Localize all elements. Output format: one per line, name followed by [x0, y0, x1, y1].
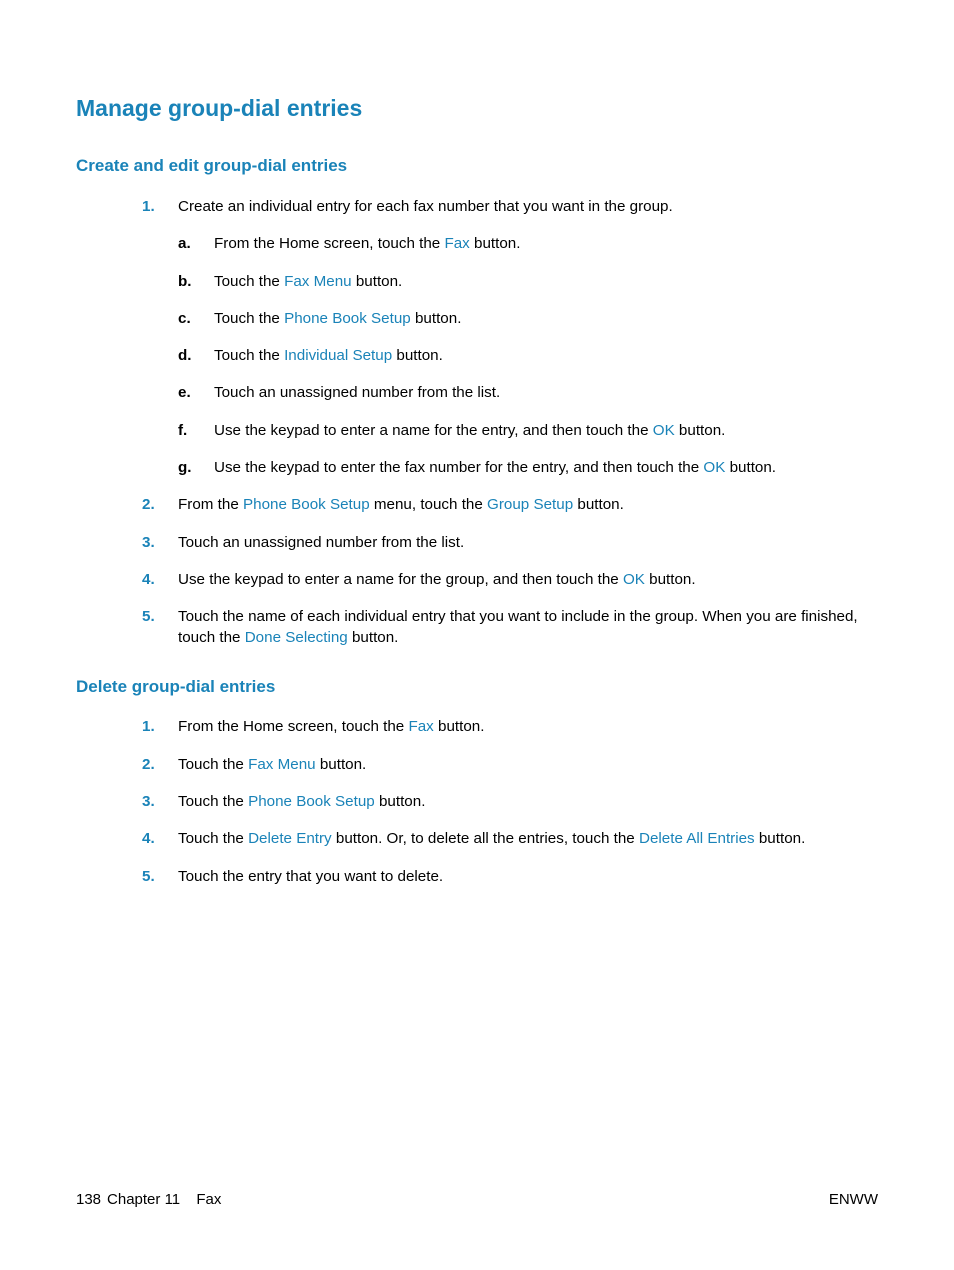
list-text: From the Home screen, touch the Fax butt…	[178, 718, 484, 735]
list-text: Use the keypad to enter a name for the e…	[214, 422, 725, 439]
list-item: 3. Touch the Phone Book Setup button.	[142, 791, 878, 812]
ui-reference: Individual Setup	[284, 347, 392, 364]
list-text: Use the keypad to enter a name for the g…	[178, 571, 696, 588]
ui-reference: Fax	[444, 235, 469, 252]
list-item: 1. From the Home screen, touch the Fax b…	[142, 716, 878, 737]
list-marker: b.	[178, 271, 192, 292]
ui-reference: Fax	[408, 718, 433, 735]
list-item: g. Use the keypad to enter the fax numbe…	[178, 457, 878, 478]
list-text: Touch the name of each individual entry …	[178, 608, 858, 646]
list-marker: 3.	[142, 532, 155, 553]
section-heading: Create and edit group-dial entries	[76, 154, 878, 178]
list-item: f. Use the keypad to enter a name for th…	[178, 420, 878, 441]
list-marker: d.	[178, 345, 192, 366]
footer-left: 138 Chapter 11 Fax	[76, 1189, 221, 1210]
ui-reference: OK	[653, 422, 675, 439]
sub-ordered-list: a. From the Home screen, touch the Fax b…	[178, 233, 878, 478]
ui-reference: Fax Menu	[248, 756, 316, 773]
ui-reference: Done Selecting	[245, 629, 348, 646]
ui-reference: OK	[623, 571, 645, 588]
list-text: Touch the Phone Book Setup button.	[178, 793, 425, 810]
list-text: Create an individual entry for each fax …	[178, 198, 673, 215]
list-item: 5. Touch the entry that you want to dele…	[142, 866, 878, 887]
list-text: From the Phone Book Setup menu, touch th…	[178, 496, 624, 513]
list-item: e. Touch an unassigned number from the l…	[178, 382, 878, 403]
ordered-list: 1. From the Home screen, touch the Fax b…	[76, 716, 878, 886]
list-marker: 1.	[142, 716, 155, 737]
ui-reference: OK	[703, 459, 725, 476]
list-text: Touch the Individual Setup button.	[214, 347, 443, 364]
list-item: 4. Touch the Delete Entry button. Or, to…	[142, 828, 878, 849]
list-item: 3. Touch an unassigned number from the l…	[142, 532, 878, 553]
section-create-edit: Create and edit group-dial entries 1. Cr…	[76, 154, 878, 648]
list-text: Touch the entry that you want to delete.	[178, 868, 443, 885]
chapter-label: Chapter 11	[107, 1189, 180, 1210]
list-marker: e.	[178, 382, 191, 403]
page-number: 138	[76, 1189, 101, 1210]
ui-reference: Fax Menu	[284, 273, 352, 290]
list-marker: 4.	[142, 569, 155, 590]
list-item: 5. Touch the name of each individual ent…	[142, 606, 878, 649]
list-item: c. Touch the Phone Book Setup button.	[178, 308, 878, 329]
list-item: d. Touch the Individual Setup button.	[178, 345, 878, 366]
list-item: 2. From the Phone Book Setup menu, touch…	[142, 494, 878, 515]
list-marker: c.	[178, 308, 191, 329]
list-item: b. Touch the Fax Menu button.	[178, 271, 878, 292]
footer-right: ENWW	[829, 1189, 878, 1210]
list-text: Touch an unassigned number from the list…	[214, 384, 500, 401]
list-marker: 5.	[142, 606, 155, 627]
ui-reference: Delete All Entries	[639, 830, 755, 847]
list-text: Touch the Phone Book Setup button.	[214, 310, 461, 327]
list-text: Touch the Fax Menu button.	[178, 756, 366, 773]
ui-reference: Delete Entry	[248, 830, 332, 847]
list-text: From the Home screen, touch the Fax butt…	[214, 235, 520, 252]
ui-reference: Phone Book Setup	[284, 310, 411, 327]
page-title: Manage group-dial entries	[76, 92, 878, 124]
ui-reference: Group Setup	[487, 496, 573, 513]
page-footer: 138 Chapter 11 Fax ENWW	[76, 1189, 878, 1210]
chapter-title: Fax	[196, 1189, 221, 1210]
list-marker: 1.	[142, 196, 155, 217]
list-marker: f.	[178, 420, 187, 441]
list-item: 1. Create an individual entry for each f…	[142, 196, 878, 478]
list-marker: 2.	[142, 754, 155, 775]
list-marker: a.	[178, 233, 191, 254]
list-text: Touch the Fax Menu button.	[214, 273, 402, 290]
list-marker: 3.	[142, 791, 155, 812]
list-text: Touch an unassigned number from the list…	[178, 534, 464, 551]
list-marker: 2.	[142, 494, 155, 515]
ui-reference: Phone Book Setup	[243, 496, 370, 513]
ordered-list: 1. Create an individual entry for each f…	[76, 196, 878, 649]
list-marker: g.	[178, 457, 192, 478]
list-item: 2. Touch the Fax Menu button.	[142, 754, 878, 775]
doc-page: Manage group-dial entries Create and edi…	[0, 0, 954, 887]
list-item: a. From the Home screen, touch the Fax b…	[178, 233, 878, 254]
list-marker: 5.	[142, 866, 155, 887]
section-delete: Delete group-dial entries 1. From the Ho…	[76, 675, 878, 887]
list-text: Use the keypad to enter the fax number f…	[214, 459, 776, 476]
section-heading: Delete group-dial entries	[76, 675, 878, 699]
ui-reference: Phone Book Setup	[248, 793, 375, 810]
list-marker: 4.	[142, 828, 155, 849]
list-text: Touch the Delete Entry button. Or, to de…	[178, 830, 805, 847]
list-item: 4. Use the keypad to enter a name for th…	[142, 569, 878, 590]
